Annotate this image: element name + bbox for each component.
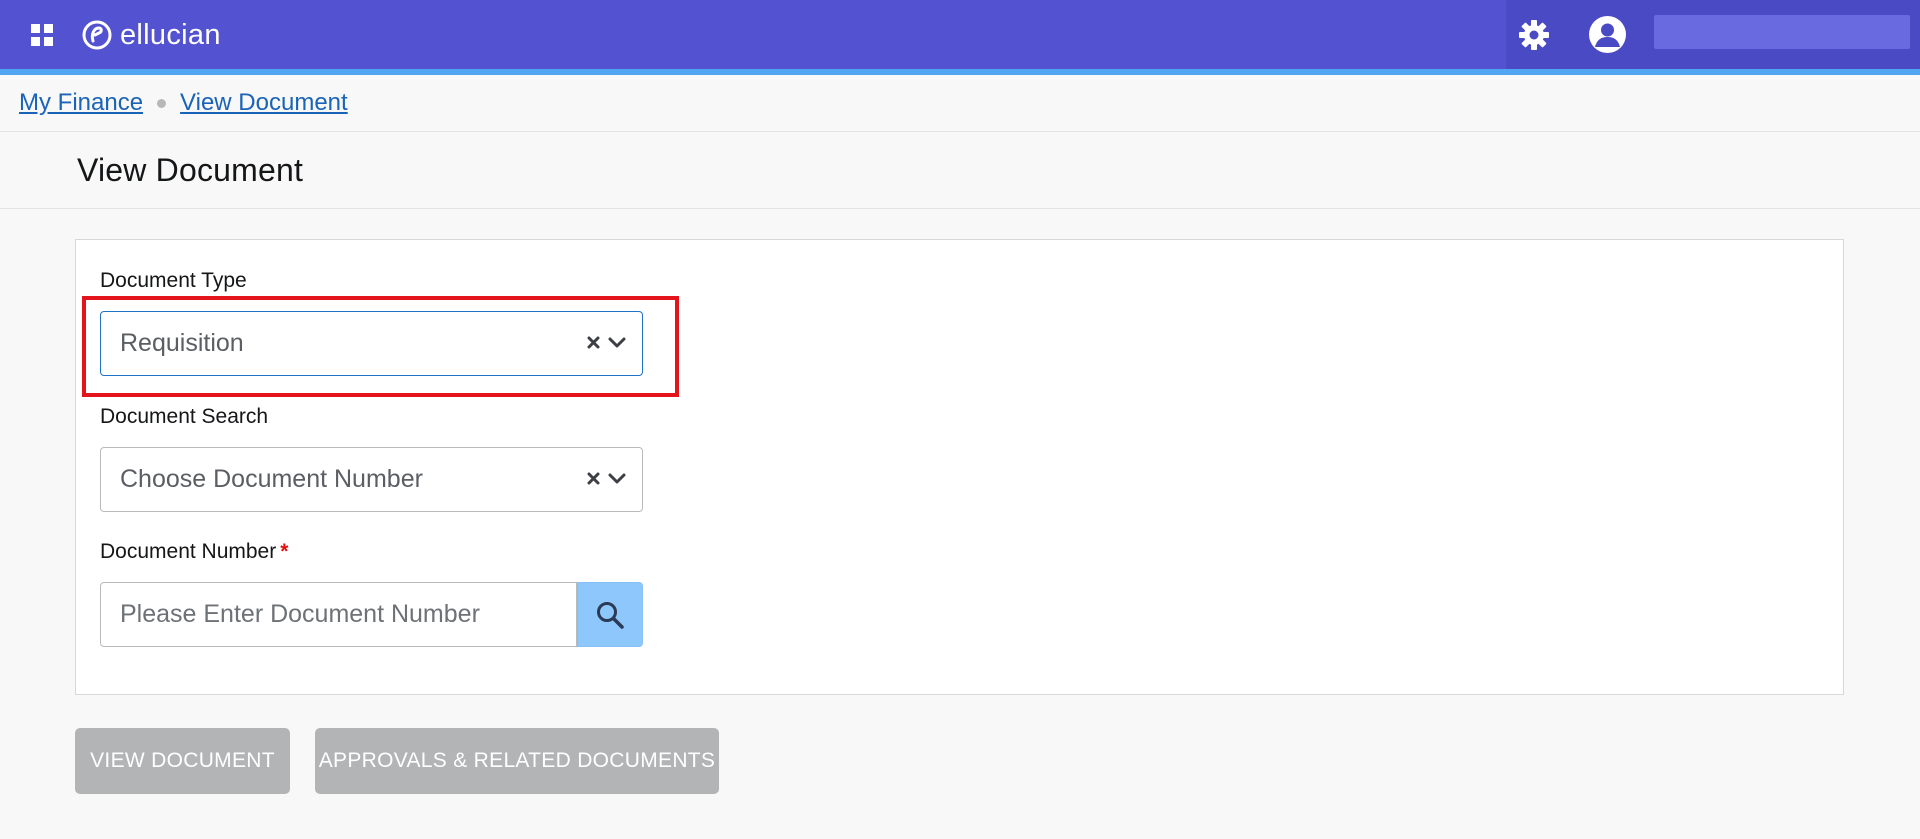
document-number-input[interactable] [100,582,577,647]
document-search-label: Document Search [100,405,269,428]
document-search-value: Choose Document Number [120,465,423,493]
chevron-down-icon[interactable] [608,472,626,485]
page-title: View Document [77,152,304,188]
apps-grid-icon[interactable] [31,24,53,46]
document-number-label: Document Number * [100,540,288,564]
breadcrumb-separator [157,98,167,108]
user-avatar-icon[interactable] [1588,15,1627,54]
breadcrumb-my-finance[interactable]: My Finance [19,89,143,117]
highlight-box [82,296,679,397]
brand-logo[interactable]: ellucian [82,18,221,52]
gear-icon[interactable] [1518,19,1550,51]
top-bar-accent-stripe [0,69,1920,75]
search-button[interactable] [577,582,643,647]
clear-icon[interactable] [587,472,600,485]
divider [0,131,1920,132]
search-icon [597,601,624,629]
ellucian-logo-icon [82,20,112,50]
document-number-label-text: Document Number [100,540,277,563]
divider [0,208,1920,209]
brand-name: ellucian [120,18,221,51]
user-name-field[interactable] [1654,15,1910,49]
document-type-label: Document Type [100,269,247,292]
breadcrumb-view-document[interactable]: View Document [180,89,348,117]
approvals-related-documents-button[interactable]: APPROVALS & RELATED DOCUMENTS [315,728,719,794]
breadcrumb: My Finance View Document [19,86,348,120]
document-search-select[interactable]: Choose Document Number [100,447,643,512]
view-document-button[interactable]: VIEW DOCUMENT [75,728,290,794]
required-indicator: * [280,540,289,563]
